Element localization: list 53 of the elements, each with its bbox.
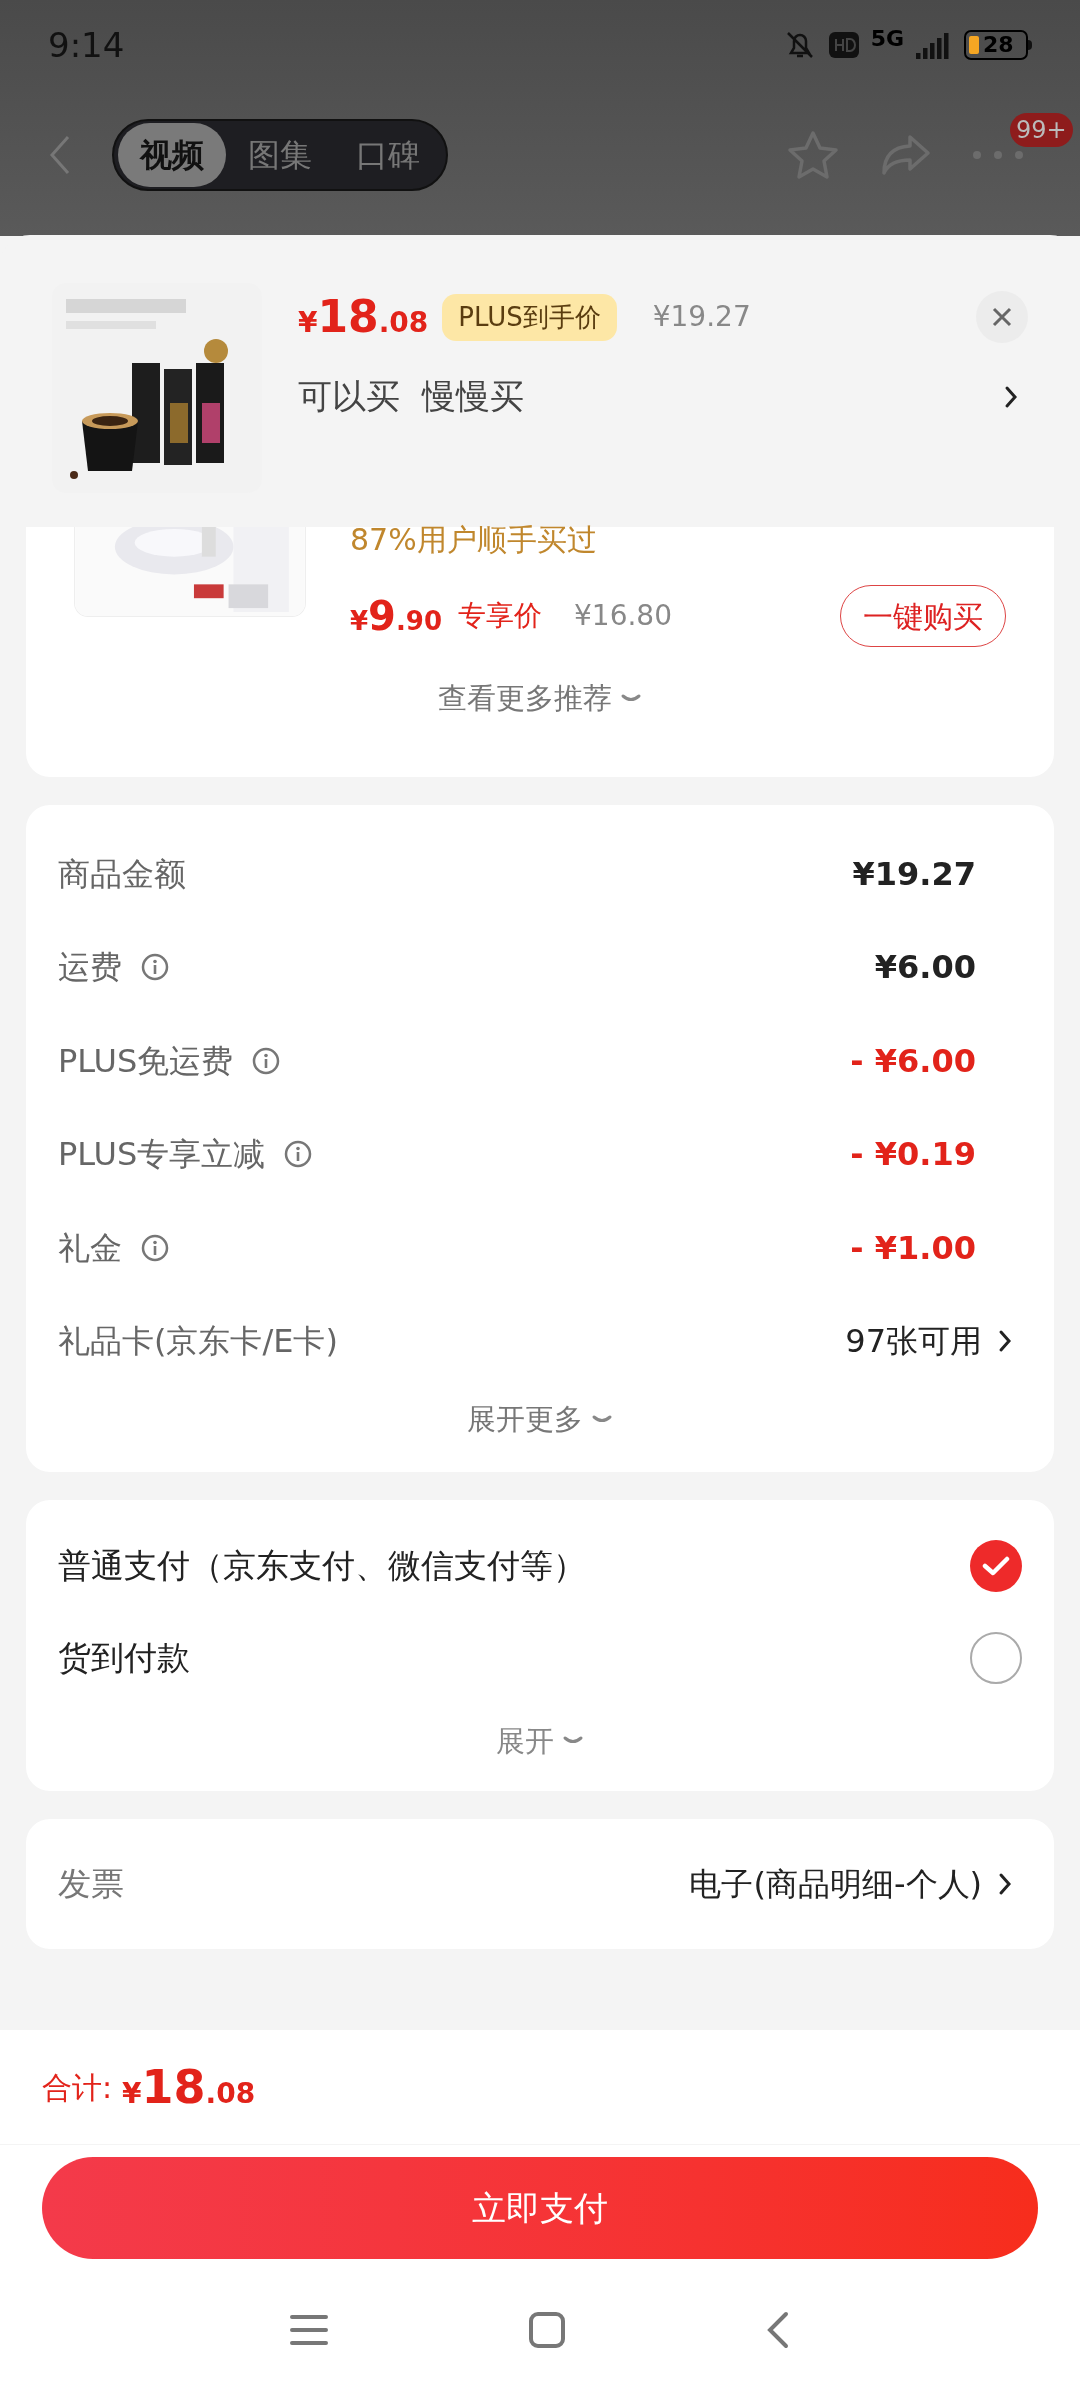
recommendation-original-price: ¥16.80 <box>574 598 672 634</box>
close-button[interactable] <box>976 291 1028 343</box>
product-price: ¥18.08 <box>298 295 429 339</box>
fee-label: 礼金 <box>58 1227 122 1269</box>
hd-icon <box>828 32 859 58</box>
payment-radio[interactable] <box>970 1539 1022 1592</box>
pay-button[interactable]: 立即支付 <box>42 2157 1038 2259</box>
fee-label: 礼品卡(京东卡/E卡) <box>58 1321 338 1363</box>
fee-label: PLUS免运费 <box>58 1040 234 1082</box>
fee-label: PLUS专享立减 <box>58 1134 266 1176</box>
media-tab[interactable]: 视频 <box>118 123 226 187</box>
status-time: 9:14 <box>48 23 125 67</box>
plus-price-tag: PLUS到手价 <box>442 293 617 341</box>
payment-option[interactable]: 普通支付（京东支付、微信支付等） <box>58 1540 586 1591</box>
expand-link[interactable]: 展开 <box>496 1719 554 1763</box>
gift-card-value: 97张可用 <box>845 1321 982 1363</box>
signal-icon <box>916 31 952 59</box>
network-label: 5G <box>870 28 904 50</box>
product-title: 可以买 慢慢买 <box>298 375 524 418</box>
star-icon[interactable] <box>786 129 840 181</box>
payment-radio[interactable] <box>970 1631 1022 1684</box>
fee-value: ¥19.27 <box>852 853 976 895</box>
total-price: ¥18.08 <box>122 2064 256 2110</box>
fee-value: ¥6.00 <box>874 947 976 989</box>
home-icon[interactable] <box>528 2310 566 2349</box>
media-tab[interactable]: 口碑 <box>334 123 442 187</box>
total-label: 合计: <box>42 2068 113 2107</box>
payment-option[interactable]: 货到付款 <box>58 1632 190 1683</box>
check-icon <box>982 1554 1010 1577</box>
expand-more-link[interactable]: 展开更多 <box>467 1398 583 1442</box>
back-nav-icon[interactable] <box>766 2310 790 2349</box>
recommendation-price: ¥9.90 <box>350 596 442 636</box>
menu-icon[interactable] <box>290 2312 328 2347</box>
invoice-card[interactable]: 发票 电子(商品明细-个人) <box>26 1819 1054 1949</box>
discount-value: - ¥0.19 <box>850 1134 976 1176</box>
fee-label: 运费 <box>58 947 122 989</box>
chevron-right-icon <box>998 1329 1012 1354</box>
discount-value: - ¥6.00 <box>850 1040 976 1082</box>
close-icon <box>992 307 1012 327</box>
media-tab[interactable]: 图集 <box>226 123 334 187</box>
chevron-right-icon <box>1004 384 1018 409</box>
chevron-right-icon <box>998 1872 1012 1896</box>
battery-fill <box>969 36 979 54</box>
exclusive-price-tag: 专享价 <box>458 595 542 637</box>
invoice-label: 发票 <box>58 1863 124 1906</box>
battery-level: 28 <box>983 34 1014 56</box>
notification-badge: 99+ <box>1010 113 1073 147</box>
invoice-value: 电子(商品明细-个人) <box>689 1864 982 1905</box>
fee-label: 商品金额 <box>58 853 186 895</box>
discount-value: - ¥1.00 <box>850 1227 976 1269</box>
purchase-note: 87%用户顺手买过 <box>350 525 598 555</box>
original-price: ¥19.27 <box>652 299 751 335</box>
more-recommendations-link[interactable]: 查看更多推荐 <box>438 677 612 721</box>
